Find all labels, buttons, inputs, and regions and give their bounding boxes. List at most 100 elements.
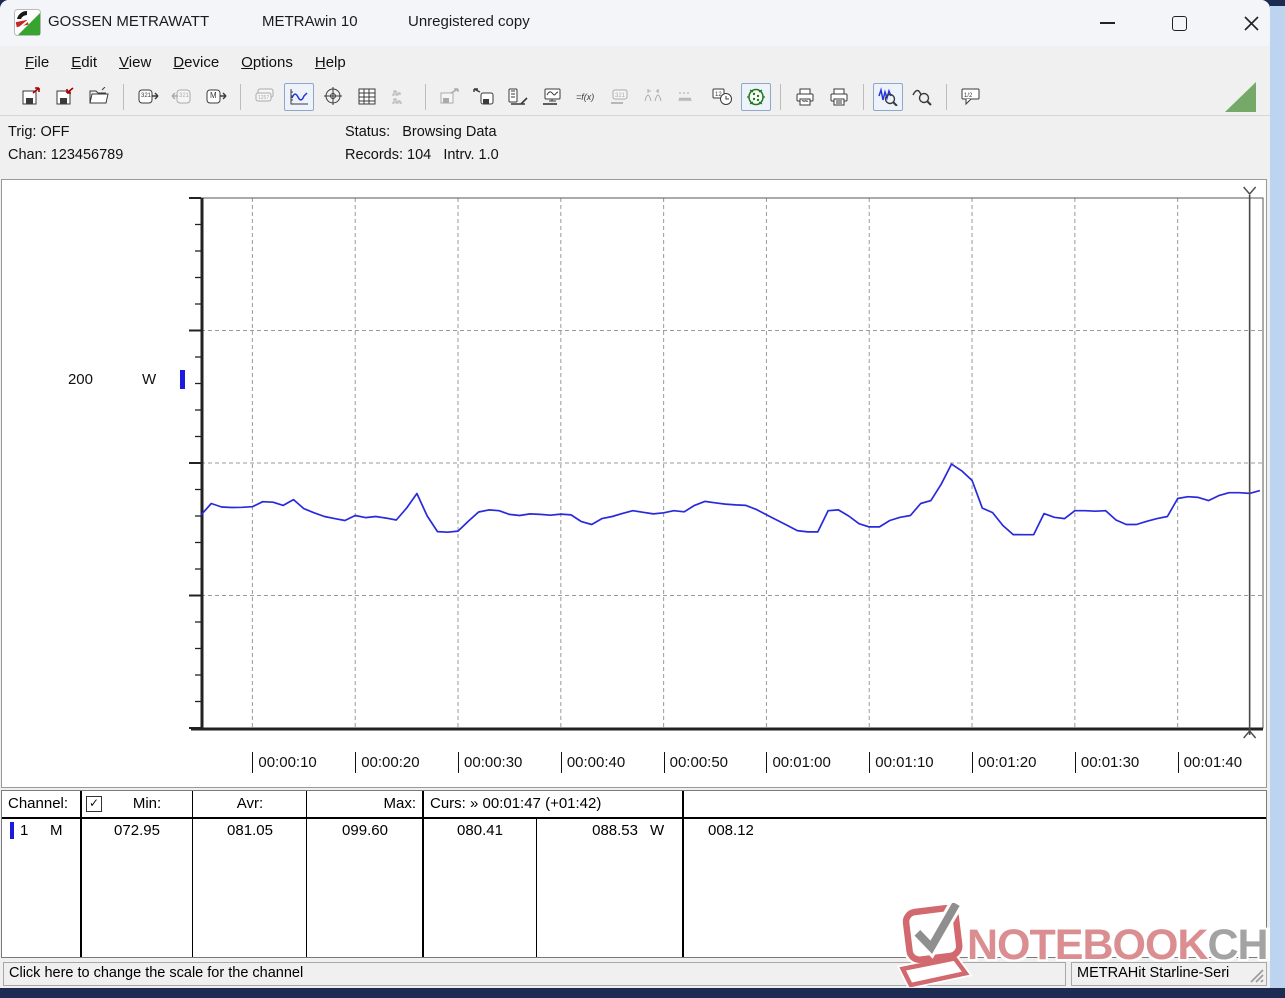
toolbar-separator [863, 83, 864, 110]
table-divider [682, 791, 684, 957]
menu-item-edit[interactable]: Edit [60, 50, 108, 75]
maximize-button[interactable] [1156, 8, 1202, 38]
device-memory-icon[interactable]: M [201, 83, 231, 111]
load-file-icon[interactable] [16, 83, 46, 111]
table-divider [422, 791, 424, 957]
toolbar-separator [240, 83, 241, 110]
device-name-text: METRAHit Starline-Seri [1077, 965, 1230, 981]
resize-grip[interactable] [1248, 967, 1264, 983]
export-icon [435, 83, 465, 111]
print-preview-icon[interactable] [790, 83, 820, 111]
value-cursor1: 080.41 [457, 822, 503, 839]
annotation-icon[interactable]: 1/2 [956, 83, 986, 111]
device-read-icon[interactable]: 321 [133, 83, 163, 111]
numeric-display-icon: 1257 [250, 83, 280, 111]
channel-visible-checkbox[interactable]: ✓ [86, 796, 102, 812]
close-icon [1243, 15, 1259, 31]
value-min: 072.95 [114, 822, 160, 839]
debug-bug-icon[interactable] [741, 82, 771, 111]
print-icon[interactable] [824, 83, 854, 111]
x-tick-label: 00:00:10 [252, 752, 317, 773]
value-cursor2: 088.53 [592, 822, 638, 839]
stats-table: Channel: ✓ Min: Avr: Max: Curs: » 00:01:… [1, 790, 1267, 958]
x-tick-label: 00:01:20 [972, 752, 1036, 773]
x-tick-label: 00:01:10 [869, 752, 934, 773]
value-delta: 008.12 [708, 822, 754, 839]
toolbar-separator [425, 83, 426, 110]
trigger-status: Trig: OFF [8, 124, 70, 140]
svg-text:321: 321 [615, 93, 626, 99]
x-tick-label: 00:00:40 [560, 752, 625, 773]
minimize-button[interactable] [1084, 8, 1130, 38]
x-tick-label: 00:00:20 [355, 752, 420, 773]
toolbar: 321 321 M 1257 =f(x) 321 12 1/2 [0, 78, 1270, 116]
menu-bar: File Edit View Device Options Help [0, 46, 1270, 78]
monitor-config-icon[interactable] [537, 83, 567, 111]
zoom-reset-icon[interactable] [907, 83, 937, 111]
menu-item-file[interactable]: File [14, 50, 60, 75]
line-chart-view-icon[interactable] [284, 82, 314, 111]
header-avr[interactable]: Avr: [194, 795, 306, 812]
channel-row-color-bar [10, 822, 14, 839]
close-button[interactable] [1228, 8, 1270, 38]
header-min[interactable]: Min: [102, 795, 192, 812]
statusbar-hint[interactable]: Click here to change the scale for the c… [3, 962, 1066, 986]
wave-compare-icon [639, 83, 669, 111]
y-axis-unit-top: W [142, 371, 157, 388]
x-tick-label: 00:01:00 [766, 752, 831, 773]
formula-icon[interactable]: =f(x) [571, 83, 601, 111]
menu-item-help[interactable]: Help [304, 50, 357, 75]
device-save-icon[interactable] [469, 83, 499, 111]
value-cursor2-unit: W [650, 822, 665, 839]
power-series-line [200, 463, 1261, 536]
status-strip: Trig: OFF Chan: 123456789 Status: Browsi… [0, 117, 1270, 178]
title-app-vendor: GOSSEN METRAWATT [48, 13, 210, 30]
table-divider [192, 791, 193, 957]
menu-item-options[interactable]: Options [230, 50, 304, 75]
minimize-icon [1099, 22, 1115, 24]
menu-item-device[interactable]: Device [162, 50, 230, 75]
table-view-icon[interactable] [352, 83, 382, 111]
table-divider [536, 819, 537, 957]
svg-text:321: 321 [179, 93, 190, 99]
x-tick-label: 00:01:30 [1074, 752, 1139, 773]
wave-small-icon [673, 83, 703, 111]
menu-item-view[interactable]: View [108, 50, 162, 75]
channel-mode: M [50, 822, 63, 839]
table-divider [306, 791, 307, 957]
save-file-icon[interactable] [50, 83, 80, 111]
x-tick-label: 00:01:40 [1177, 752, 1242, 773]
metrawin-window: GOSSEN METRAWATT METRAwin 10 Unregistere… [0, 0, 1270, 988]
xy-view-icon[interactable] [318, 83, 348, 111]
channel-color-marker-top[interactable] [180, 370, 185, 389]
value-avr: 081.05 [227, 822, 273, 839]
channel-list: Chan: 123456789 [8, 147, 124, 163]
app-logo-icon [14, 9, 41, 36]
svg-text:321: 321 [141, 93, 152, 99]
title-app-name: METRAwin 10 [262, 13, 358, 30]
svg-text:1/2: 1/2 [964, 93, 973, 99]
browse-status: Status: Browsing Data [345, 124, 497, 140]
desktop-background-strip [1270, 6, 1285, 988]
plot-area[interactable] [1, 179, 1269, 788]
histogram-view-icon [386, 83, 416, 111]
toolbar-separator [123, 83, 124, 110]
header-cursor[interactable]: Curs: » 00:01:47 (+01:42) [430, 795, 601, 812]
records-interval: Records: 104 Intrv. 1.0 [345, 147, 499, 163]
time-clock-icon[interactable]: 12 [707, 83, 737, 111]
y-axis-max-label: 200 [67, 371, 93, 388]
table-header-divider [2, 817, 1266, 819]
open-folder-icon[interactable] [84, 83, 114, 111]
svg-text:M: M [210, 91, 217, 100]
zoom-wave-icon[interactable] [873, 82, 903, 111]
chart-panel[interactable]: 200 W 0 W HH:MM:SS 00:00:1000:00:2000:00… [1, 179, 1269, 950]
x-tick-label: 00:00:30 [458, 752, 522, 773]
header-max[interactable]: Max: [308, 795, 416, 812]
device-write-icon: 321 [167, 83, 197, 111]
device-config-icon[interactable] [503, 83, 533, 111]
cursor-top-marker[interactable] [1243, 186, 1257, 196]
toolbar-separator [946, 83, 947, 110]
channel-number[interactable]: 1 [20, 822, 28, 839]
x-tick-label: 00:00:50 [663, 752, 728, 773]
value-max: 099.60 [342, 822, 388, 839]
